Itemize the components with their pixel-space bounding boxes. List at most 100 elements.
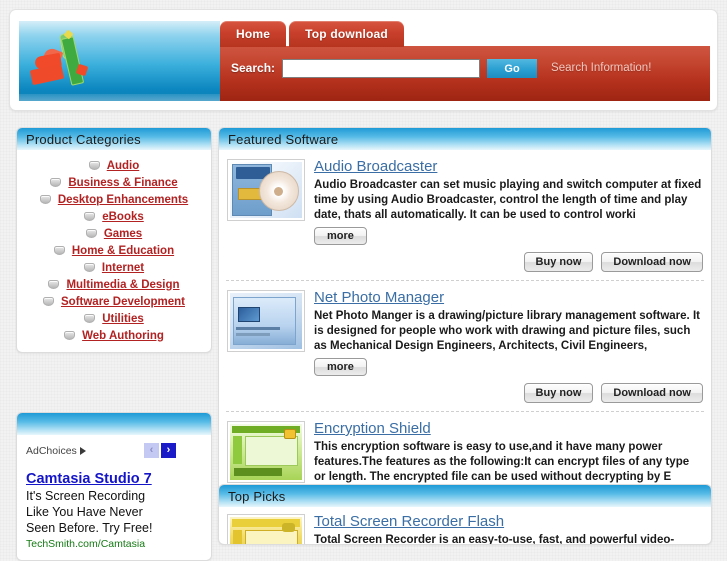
more-button[interactable]: more xyxy=(314,227,367,246)
product-categories-panel: Product Categories Audio Business & Fina… xyxy=(16,127,212,353)
software-details: Net Photo Manager Net Photo Manger is a … xyxy=(314,290,703,404)
software-list-item: Total Screen Recorder Flash Total Screen… xyxy=(219,507,711,545)
software-thumbnail[interactable] xyxy=(227,159,305,221)
ad-title-link[interactable]: Camtasia Studio 7 xyxy=(26,471,202,488)
featured-software-title: Featured Software xyxy=(219,128,711,150)
bullet-icon xyxy=(84,314,96,323)
sidebar-item-software-development[interactable]: Software Development xyxy=(17,293,211,310)
bullet-icon xyxy=(43,297,54,306)
logo-red-shape-2 xyxy=(29,63,65,86)
category-label: Audio xyxy=(106,159,140,172)
bullet-icon xyxy=(85,229,97,238)
ad-display-url[interactable]: TechSmith.com/Camtasia xyxy=(26,538,202,550)
software-thumbnail[interactable] xyxy=(227,290,305,353)
sidebar-item-home-education[interactable]: Home & Education xyxy=(17,242,211,259)
top-picks-panel: Top Picks Total Screen Recorder Flash To… xyxy=(218,484,712,545)
camera-icon xyxy=(282,523,295,532)
site-logo[interactable] xyxy=(19,21,220,101)
advertisement-panel: AdChoices ‹ › Camtasia Studio 7 It's Scr… xyxy=(16,412,212,561)
chevron-left-icon: ‹ xyxy=(149,444,154,456)
site-header: Home Top download Search: Go Search Info… xyxy=(9,9,718,111)
tab-top-download-label: Top download xyxy=(305,27,388,41)
software-description: Total Screen Recorder is an easy-to-use,… xyxy=(314,533,675,545)
software-description: Audio Broadcaster can set music playing … xyxy=(314,178,702,221)
product-categories-title: Product Categories xyxy=(17,128,211,150)
sidebar-item-multimedia-design[interactable]: Multimedia & Design xyxy=(17,276,211,293)
product-box-art xyxy=(230,424,302,481)
category-label: Software Development xyxy=(61,295,185,308)
tab-home-label: Home xyxy=(236,27,271,41)
software-actions: Buy now Download now xyxy=(314,252,703,273)
lock-icon xyxy=(284,429,296,440)
more-button[interactable]: more xyxy=(314,358,367,377)
tab-home[interactable]: Home xyxy=(220,21,287,47)
bullet-icon xyxy=(64,331,76,340)
sidebar-item-internet[interactable]: Internet xyxy=(17,259,211,276)
category-label: Business & Finance xyxy=(68,176,178,189)
bullet-icon xyxy=(83,263,95,272)
product-box-art xyxy=(230,517,302,544)
logo-reflection xyxy=(19,94,220,101)
category-label: Internet xyxy=(101,261,145,274)
sidebar-item-web-authoring[interactable]: Web Authoring xyxy=(17,327,211,344)
ad-header-row: AdChoices ‹ › xyxy=(26,443,202,458)
adchoices-text: AdChoices xyxy=(26,444,77,457)
download-now-button[interactable]: Download now xyxy=(601,252,703,273)
software-list-item: Audio Broadcaster Audio Broadcaster can … xyxy=(219,150,711,280)
download-now-button[interactable]: Download now xyxy=(601,383,703,404)
software-title-link[interactable]: Audio Broadcaster xyxy=(314,158,703,176)
sidebar-item-games[interactable]: Games xyxy=(17,225,211,242)
search-bar: Search: Go Search Information! xyxy=(220,46,710,101)
adchoices-triangle-icon xyxy=(79,446,86,455)
ad-nav-arrows: ‹ › xyxy=(144,443,176,458)
tab-top-download[interactable]: Top download xyxy=(289,21,404,47)
software-description: Net Photo Manger is a drawing/picture li… xyxy=(314,309,700,352)
logo-bar-shape xyxy=(60,36,85,86)
software-thumbnail[interactable] xyxy=(227,421,305,484)
software-title-link[interactable]: Net Photo Manager xyxy=(314,290,703,307)
sidebar-item-desktop-enhancements[interactable]: Desktop Enhancements xyxy=(17,191,211,208)
ad-next-button[interactable]: › xyxy=(161,443,176,458)
category-label: Home & Education xyxy=(71,244,175,257)
bullet-icon xyxy=(88,161,100,170)
software-list-item: Net Photo Manager Net Photo Manger is a … xyxy=(219,281,711,411)
sidebar-item-audio[interactable]: Audio xyxy=(17,157,211,174)
software-description: This encryption software is easy to use,… xyxy=(314,440,690,483)
ad-text-line-1: It's Screen Recording xyxy=(26,488,146,503)
ad-body: AdChoices ‹ › Camtasia Studio 7 It's Scr… xyxy=(17,435,211,560)
search-input[interactable] xyxy=(282,59,481,78)
category-label: Desktop Enhancements xyxy=(57,193,189,206)
ad-text-line-3: Seen Before. Try Free! xyxy=(26,520,153,535)
sidebar-item-ebooks[interactable]: eBooks xyxy=(17,208,211,225)
bullet-icon xyxy=(84,212,96,221)
ad-panel-header xyxy=(17,413,211,435)
bullet-icon xyxy=(50,178,62,187)
bullet-icon xyxy=(48,280,60,289)
software-actions: Buy now Download now xyxy=(314,383,703,404)
search-go-button[interactable]: Go xyxy=(487,59,538,78)
adchoices-label[interactable]: AdChoices xyxy=(26,445,86,457)
software-thumbnail[interactable] xyxy=(227,514,305,544)
software-details: Audio Broadcaster Audio Broadcaster can … xyxy=(314,158,703,273)
software-details: Total Screen Recorder Flash Total Screen… xyxy=(314,513,703,545)
buy-now-button[interactable]: Buy now xyxy=(523,252,594,273)
bullet-icon xyxy=(53,246,65,255)
category-label: Web Authoring xyxy=(82,329,164,342)
sidebar-item-business-finance[interactable]: Business & Finance xyxy=(17,174,211,191)
featured-software-panel: Featured Software Audio Broadcaster Audi… xyxy=(218,127,712,544)
main-navigation: Home Top download xyxy=(220,21,404,47)
buy-now-button[interactable]: Buy now xyxy=(523,383,594,404)
chevron-right-icon: › xyxy=(166,444,171,456)
category-label: Utilities xyxy=(102,312,144,325)
search-information-text: Search Information! xyxy=(551,62,652,74)
software-title-link[interactable]: Total Screen Recorder Flash xyxy=(314,513,703,531)
software-title-link[interactable]: Encryption Shield xyxy=(314,421,703,438)
product-box-art xyxy=(230,293,302,350)
search-label: Search: xyxy=(231,61,276,75)
category-list: Audio Business & Finance Desktop Enhance… xyxy=(17,150,211,352)
sidebar-item-utilities[interactable]: Utilities xyxy=(17,310,211,327)
top-picks-title: Top Picks xyxy=(219,485,711,507)
category-label: Multimedia & Design xyxy=(66,278,180,291)
bullet-icon xyxy=(39,195,51,204)
ad-prev-button[interactable]: ‹ xyxy=(144,443,159,458)
